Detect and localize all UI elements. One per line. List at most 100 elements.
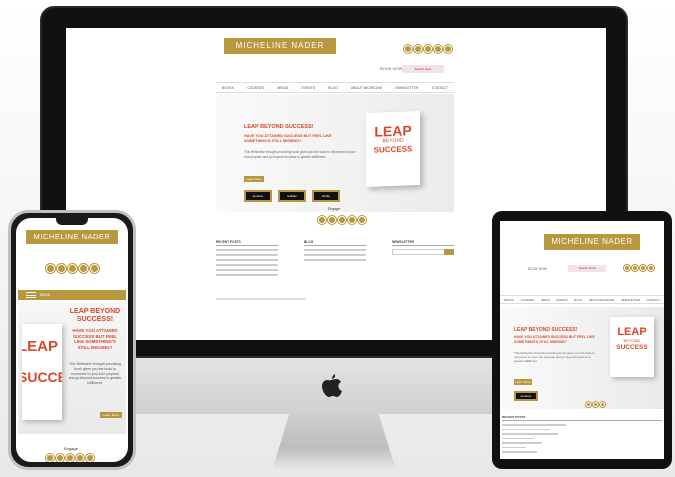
footer-social-icons (46, 454, 94, 462)
facebook-icon[interactable] (318, 216, 326, 224)
hero-body: This Reflective thought-provoking book g… (244, 150, 356, 159)
twitter-icon[interactable] (57, 264, 66, 273)
newsletter-submit-button[interactable] (444, 249, 454, 255)
main-nav: BOOKS COURSES MEDIA EVENTS BLOG ABOUT MI… (216, 82, 454, 93)
mobile-menu-bar[interactable]: MENU (18, 290, 126, 300)
linkedin-icon[interactable] (68, 264, 77, 273)
hero-section: LEAP BEYOND SUCCESS! HAVE YOU ATTAINED S… (500, 307, 664, 409)
nav-about[interactable]: ABOUT MICHELINE (589, 298, 615, 302)
tablet-screen: MICHELINE NADER BOOK NOW Search Here BOO… (500, 221, 664, 459)
book-cover[interactable]: LEAP BEYOND SUCCESS (610, 317, 654, 377)
book-title-leap: LEAP (22, 338, 59, 355)
book-title-success: SUCCESS (22, 369, 62, 385)
nav-courses[interactable]: COURSES (521, 298, 535, 302)
learn-more-button[interactable]: Learn More (514, 379, 532, 385)
amazon-badge[interactable]: amazon (244, 190, 272, 202)
book-title-success: SUCCESS (616, 344, 648, 351)
social-icons (46, 264, 99, 273)
hero-body: This Reflective thought-provoking book g… (514, 351, 595, 364)
nav-books[interactable]: BOOKS (222, 86, 234, 90)
footer-social-icons (318, 216, 366, 224)
carousel-dots (586, 402, 605, 407)
book-cover[interactable]: LEAP BEYOND SUCCESS (366, 111, 420, 187)
footer-col-heading: RECENT POSTS (216, 240, 278, 246)
nav-newsletter[interactable]: NEWSLETTER (395, 86, 418, 90)
linkedin-icon[interactable] (424, 45, 432, 53)
youtube-icon[interactable] (358, 216, 366, 224)
phone-device: MICHELINE NADER MENU LEAP BEYOND SUCCESS… (8, 210, 136, 470)
menu-label: MENU (40, 293, 51, 297)
footer-columns: RECENT POSTS BLOG NEWSLETTER (216, 240, 454, 276)
footer-col-heading: BLOG (304, 240, 366, 246)
book-title-leap: LEAP (617, 326, 647, 338)
kindle-badge[interactable]: kindle (312, 190, 340, 202)
facebook-icon[interactable] (46, 264, 55, 273)
twitter-icon[interactable] (56, 454, 64, 462)
twitter-icon[interactable] (414, 45, 422, 53)
phone-screen: MICHELINE NADER MENU LEAP BEYOND SUCCESS… (16, 218, 128, 462)
nav-events[interactable]: EVENTS (301, 86, 315, 90)
social-icons (404, 45, 452, 53)
site-logo[interactable]: MICHELINE NADER (224, 38, 336, 54)
engage-label: Engage (328, 207, 341, 211)
linkedin-icon[interactable] (338, 216, 346, 224)
instagram-icon[interactable] (79, 264, 88, 273)
carousel-dot[interactable] (600, 402, 605, 407)
store-badges: amazon audible kindle (244, 190, 340, 202)
nav-events[interactable]: EVENTS (556, 298, 567, 302)
twitter-icon[interactable] (632, 265, 638, 271)
hamburger-icon[interactable] (26, 292, 36, 298)
instagram-icon[interactable] (434, 45, 442, 53)
hero-body: This Reflective thought-provoking book g… (68, 362, 122, 386)
audible-badge[interactable]: audible (278, 190, 306, 202)
footer-col-heading: NEWSLETTER (392, 240, 454, 246)
footer-col-recent: RECENT POSTS (502, 415, 662, 453)
linkedin-icon[interactable] (640, 265, 646, 271)
footer-col-heading: RECENT POSTS (502, 415, 662, 421)
instagram-icon[interactable] (348, 216, 356, 224)
instagram-icon[interactable] (648, 265, 654, 271)
hero-section: LEAP BEYOND SUCCESS! HAVE YOU ATTAINED S… (216, 94, 454, 212)
site-logo[interactable]: MICHELINE NADER (544, 234, 640, 250)
book-now-label: BOOK NOW (528, 267, 548, 271)
book-cover[interactable]: LEAP SUCCESS (22, 324, 62, 420)
newsletter-email-field[interactable] (392, 249, 454, 255)
nav-contact[interactable]: CONTACT (647, 298, 660, 302)
tablet-device: MICHELINE NADER BOOK NOW Search Here BOO… (492, 211, 672, 469)
imac-stand (272, 414, 396, 470)
linkedin-icon[interactable] (66, 454, 74, 462)
search-button[interactable]: Search Here (402, 65, 444, 73)
instagram-icon[interactable] (76, 454, 84, 462)
nav-media[interactable]: MEDIA (277, 86, 288, 90)
nav-contact[interactable]: CONTACT (432, 86, 448, 90)
learn-more-button[interactable]: Learn More (244, 176, 264, 182)
site-logo[interactable]: MICHELINE NADER (26, 230, 118, 244)
nav-newsletter[interactable]: NEWSLETTER (621, 298, 640, 302)
nav-books[interactable]: BOOKS (504, 298, 514, 302)
learn-more-button[interactable]: Learn More (100, 412, 122, 418)
book-now-label: BOOK NOW (380, 66, 403, 71)
youtube-icon[interactable] (444, 45, 452, 53)
nav-blog[interactable]: BLOG (574, 298, 582, 302)
amazon-badge[interactable]: amazon (514, 391, 538, 401)
facebook-icon[interactable] (624, 265, 630, 271)
book-title-success: SUCCESS (373, 144, 413, 155)
engage-label: Engage (64, 446, 78, 451)
facebook-icon[interactable] (46, 454, 54, 462)
apple-logo-icon (322, 374, 342, 397)
nav-courses[interactable]: COURSES (247, 86, 264, 90)
nav-media[interactable]: MEDIA (541, 298, 550, 302)
phone-notch (56, 218, 88, 225)
twitter-icon[interactable] (328, 216, 336, 224)
main-nav: BOOKS COURSES MEDIA EVENTS BLOG ABOUT MI… (500, 295, 664, 304)
hero-subtitle: HAVE YOU ATTAINED SUCCESS BUT FEEL LIKE … (72, 328, 118, 350)
carousel-dot[interactable] (586, 402, 591, 407)
youtube-icon[interactable] (86, 454, 94, 462)
search-button[interactable]: Search Here (568, 265, 606, 272)
nav-blog[interactable]: BLOG (328, 86, 337, 90)
facebook-icon[interactable] (404, 45, 412, 53)
social-icons (624, 265, 654, 271)
youtube-icon[interactable] (90, 264, 99, 273)
nav-about[interactable]: ABOUT MICHELINE (351, 86, 382, 90)
carousel-dot[interactable] (593, 402, 598, 407)
